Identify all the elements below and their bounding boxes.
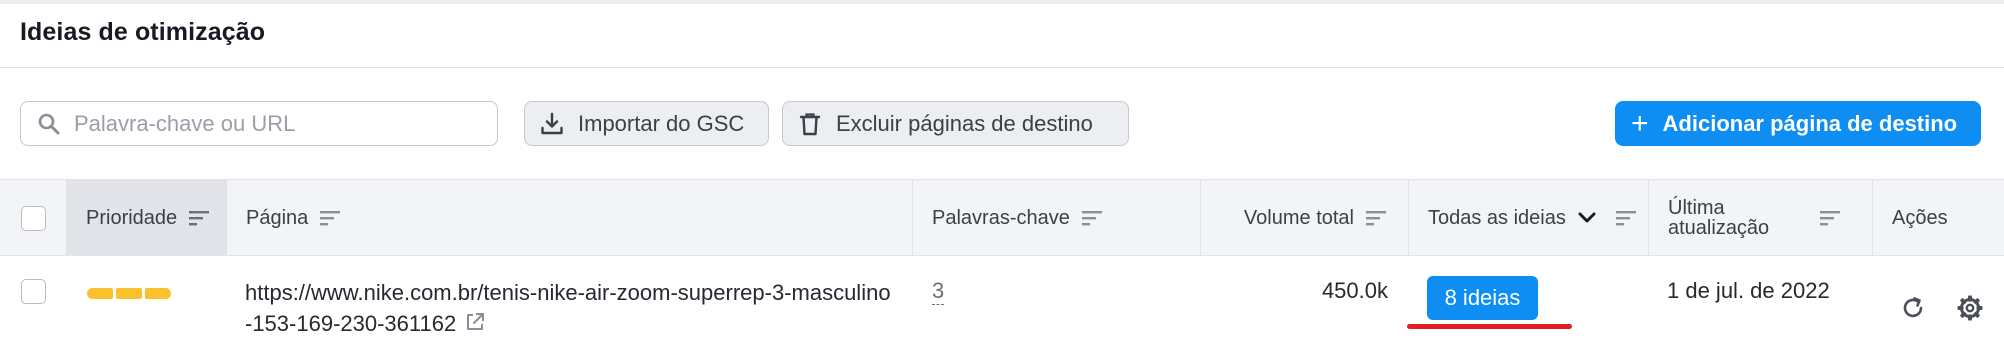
chevron-down-icon[interactable]: [1578, 212, 1596, 224]
highlight-underline: [1407, 324, 1572, 329]
page-url-cell: https://www.nike.com.br/tenis-nike-air-z…: [245, 277, 895, 341]
search-input[interactable]: [74, 110, 474, 137]
external-link-icon[interactable]: [464, 310, 486, 341]
column-updated-label-line1: Última: [1668, 197, 1725, 219]
column-volume[interactable]: Volume total: [1200, 180, 1408, 256]
sort-icon[interactable]: [189, 209, 210, 227]
priority-indicator: [87, 288, 171, 299]
column-ideas-label: Todas as ideias: [1428, 206, 1566, 229]
ideas-button[interactable]: 8 ideias: [1427, 276, 1538, 320]
page-title: Ideias de otimização: [20, 18, 266, 46]
priority-segment: [145, 288, 171, 299]
sort-icon[interactable]: [320, 209, 341, 227]
column-updated-label: Última atualização: [1668, 198, 1818, 238]
trash-icon: [796, 110, 824, 138]
delete-pages-label: Excluir páginas de destino: [836, 110, 1093, 136]
last-updated: 1 de jul. de 2022: [1667, 278, 1830, 303]
priority-segment: [87, 288, 113, 299]
column-keywords-label: Palavras-chave: [932, 206, 1070, 229]
column-priority[interactable]: Prioridade: [66, 180, 226, 256]
divider: [0, 67, 2004, 68]
column-page[interactable]: Página: [226, 180, 912, 256]
column-updated-label-line2: atualização: [1668, 217, 1770, 239]
sort-icon[interactable]: [1081, 209, 1102, 227]
column-page-label: Página: [246, 206, 309, 229]
total-volume: 450.0k: [1321, 278, 1388, 303]
select-all-checkbox[interactable]: [20, 205, 46, 231]
search-icon: [36, 111, 62, 137]
add-page-button[interactable]: + Adicionar página de destino: [1615, 101, 1981, 146]
table-header: Prioridade Página Palavras-chave Volume …: [0, 179, 2004, 256]
refresh-icon[interactable]: [1899, 294, 1927, 322]
search-field[interactable]: [20, 101, 498, 146]
priority-segment: [116, 288, 142, 299]
column-keywords[interactable]: Palavras-chave: [912, 180, 1200, 256]
settings-gear-icon[interactable]: [1956, 294, 1984, 322]
column-volume-label: Volume total: [1243, 206, 1354, 229]
plus-icon: +: [1631, 106, 1649, 140]
import-gsc-label: Importar do GSC: [578, 110, 745, 136]
import-gsc-button[interactable]: Importar do GSC: [524, 101, 769, 146]
top-border: [0, 0, 2004, 4]
sort-icon[interactable]: [1820, 209, 1840, 227]
delete-pages-button[interactable]: Excluir páginas de destino: [782, 101, 1129, 146]
column-actions: Ações: [1872, 180, 2004, 256]
keywords-count-link[interactable]: 3: [932, 278, 945, 305]
download-icon: [538, 110, 566, 138]
add-page-label: Adicionar página de destino: [1662, 110, 1958, 136]
page-url-link[interactable]: https://www.nike.com.br/tenis-nike-air-z…: [245, 280, 891, 336]
column-priority-label: Prioridade: [86, 206, 178, 229]
sort-icon[interactable]: [1615, 209, 1636, 227]
column-updated[interactable]: Última atualização: [1648, 180, 1872, 256]
column-ideas[interactable]: Todas as ideias: [1408, 180, 1648, 256]
sort-icon[interactable]: [1366, 209, 1386, 227]
row-checkbox[interactable]: [21, 279, 46, 304]
column-actions-label: Ações: [1892, 206, 1948, 229]
header-checkbox-cell: [0, 180, 66, 256]
